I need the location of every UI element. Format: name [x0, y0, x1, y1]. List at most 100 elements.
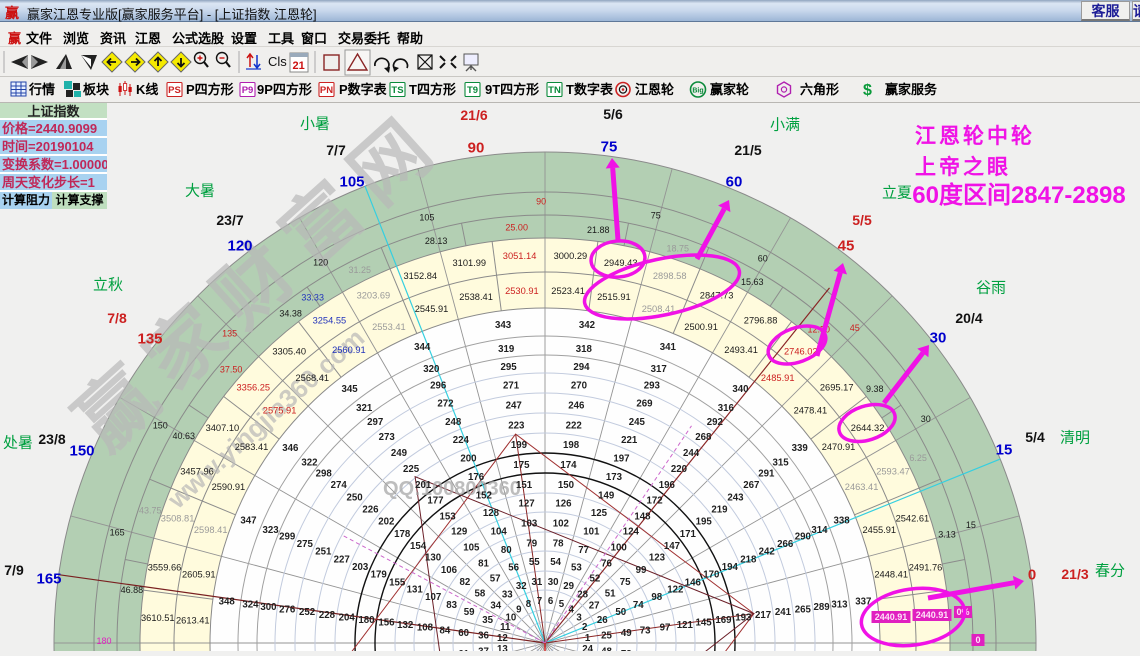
svg-text:Big: Big: [692, 88, 703, 95]
svg-text:28: 28: [577, 589, 588, 600]
svg-text:195: 195: [696, 517, 713, 528]
svg-text:105: 105: [463, 543, 480, 554]
svg-text:347: 347: [240, 516, 256, 527]
svg-text:37: 37: [478, 647, 489, 651]
svg-text:75: 75: [651, 210, 661, 220]
svg-text:324: 324: [242, 600, 259, 611]
svg-text:45: 45: [838, 237, 855, 254]
svg-text:2542.61: 2542.61: [896, 514, 930, 524]
svg-text:30: 30: [921, 414, 931, 424]
svg-text:321: 321: [356, 403, 373, 414]
svg-text:31.25: 31.25: [349, 265, 372, 275]
svg-text:2583.41: 2583.41: [235, 442, 269, 452]
svg-text:81: 81: [478, 558, 489, 569]
svg-text:60: 60: [458, 628, 469, 639]
svg-text:348: 348: [219, 597, 236, 608]
svg-text:25.00: 25.00: [505, 223, 528, 233]
svg-text:343: 343: [495, 320, 512, 331]
svg-text:150: 150: [69, 442, 94, 459]
svg-text:90: 90: [468, 139, 485, 156]
svg-text:251: 251: [315, 547, 332, 558]
svg-text:316: 316: [718, 403, 735, 414]
svg-text:315: 315: [773, 458, 790, 469]
svg-text:180: 180: [96, 636, 111, 646]
svg-text:108: 108: [417, 623, 434, 634]
svg-text:46.88: 46.88: [121, 585, 144, 595]
svg-text:313: 313: [831, 600, 848, 611]
svg-text:5/6: 5/6: [603, 106, 623, 122]
svg-text:177: 177: [427, 496, 443, 507]
svg-text:T四方形: T四方形: [409, 82, 456, 97]
svg-text:QQ:100800360: QQ:100800360: [383, 478, 521, 500]
svg-text:3559.66: 3559.66: [148, 563, 182, 573]
svg-text:7/9: 7/9: [4, 562, 24, 578]
svg-text:154: 154: [410, 541, 427, 552]
svg-text:217: 217: [755, 610, 771, 621]
svg-text:179: 179: [371, 570, 388, 581]
svg-text:2590.91: 2590.91: [212, 482, 246, 492]
svg-text:21/6: 21/6: [460, 107, 487, 123]
svg-text:170: 170: [703, 570, 719, 581]
svg-text:273: 273: [379, 432, 396, 443]
svg-text:春分: 春分: [1095, 562, 1125, 579]
svg-text:3305.40: 3305.40: [272, 347, 306, 357]
svg-text:247: 247: [506, 401, 522, 412]
svg-text:Cls: Cls: [268, 54, 287, 69]
svg-text:150: 150: [558, 480, 574, 491]
svg-text:2598.41: 2598.41: [194, 525, 228, 535]
svg-text:大暑: 大暑: [185, 182, 215, 199]
svg-text:谷雨: 谷雨: [976, 279, 1006, 296]
svg-text:33: 33: [502, 589, 513, 600]
svg-text:49: 49: [621, 628, 632, 639]
svg-text:2695.17: 2695.17: [820, 383, 854, 393]
svg-text:3051.14: 3051.14: [503, 251, 537, 261]
svg-text:221: 221: [621, 435, 638, 446]
svg-text:江恩轮: 江恩轮: [635, 82, 674, 97]
svg-text:90: 90: [536, 196, 546, 206]
svg-text:2523.41: 2523.41: [551, 286, 585, 296]
svg-text:$: $: [863, 82, 872, 99]
svg-text:2530.91: 2530.91: [505, 286, 539, 296]
svg-text:上帝之眼: 上帝之眼: [915, 155, 1011, 179]
svg-text:340: 340: [732, 384, 748, 395]
svg-text:52: 52: [590, 573, 601, 584]
svg-text:80: 80: [501, 545, 512, 556]
svg-text:317: 317: [651, 364, 667, 375]
svg-text:121: 121: [677, 620, 694, 631]
svg-text:314: 314: [811, 525, 828, 536]
svg-text:60: 60: [758, 254, 768, 264]
svg-text:2545.91: 2545.91: [415, 304, 449, 314]
svg-text:21/5: 21/5: [734, 142, 761, 158]
svg-text:204: 204: [339, 612, 356, 623]
svg-text:295: 295: [501, 362, 518, 373]
svg-text:147: 147: [664, 541, 680, 552]
svg-text:28.13: 28.13: [425, 236, 448, 246]
svg-text:202: 202: [378, 517, 394, 528]
svg-text:298: 298: [316, 469, 333, 480]
svg-text:3356.25: 3356.25: [236, 383, 270, 393]
svg-text:赢家服务: 赢家服务: [885, 82, 938, 97]
svg-text:23/7: 23/7: [216, 212, 243, 228]
svg-text:58: 58: [475, 589, 486, 600]
svg-text:清明: 清明: [1060, 429, 1090, 446]
svg-text:3610.51: 3610.51: [141, 613, 175, 623]
svg-text:54: 54: [550, 557, 561, 568]
svg-text:40.63: 40.63: [173, 431, 196, 441]
svg-text:267: 267: [743, 480, 759, 491]
svg-text:135: 135: [137, 330, 162, 347]
svg-text:169: 169: [715, 615, 732, 626]
svg-text:293: 293: [644, 381, 661, 392]
svg-text:30: 30: [548, 577, 559, 588]
svg-text:13: 13: [497, 644, 508, 651]
svg-text:120: 120: [313, 257, 328, 267]
svg-text:2493.41: 2493.41: [724, 345, 758, 355]
svg-text:246: 246: [568, 401, 585, 412]
svg-text:7/7: 7/7: [326, 142, 346, 158]
svg-text:342: 342: [579, 320, 595, 331]
svg-text:板块: 板块: [83, 82, 110, 97]
svg-text:219: 219: [711, 505, 728, 516]
svg-text:2644.32: 2644.32: [851, 423, 885, 433]
svg-text:50: 50: [615, 607, 626, 618]
svg-text:79: 79: [526, 538, 537, 549]
svg-text:218: 218: [740, 554, 757, 565]
